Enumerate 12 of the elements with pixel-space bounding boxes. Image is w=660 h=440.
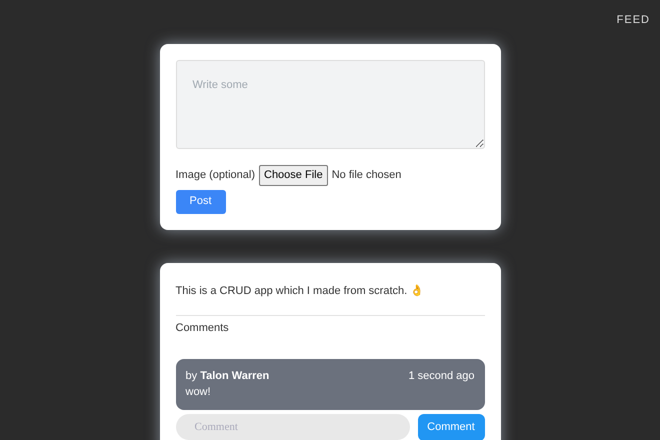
post-textarea[interactable]: Write some <box>176 60 484 149</box>
comment-text: wow! <box>186 385 212 400</box>
comment-field[interactable]: Comment <box>176 414 410 440</box>
file-status: No file chosen <box>332 168 402 183</box>
comments-heading: Comments <box>176 321 230 336</box>
post-button[interactable]: Post <box>176 190 226 214</box>
comment-time: 1 second ago <box>408 368 474 384</box>
post-text: This is a CRUD app which I made from scratch. 👌 <box>176 284 426 298</box>
comment-author: by Talon Warren <box>186 368 270 384</box>
feed-link[interactable]: FEED <box>616 12 650 28</box>
choose-file-button[interactable]: Choose File <box>259 165 328 186</box>
image-label: Image (optional) <box>176 168 255 183</box>
